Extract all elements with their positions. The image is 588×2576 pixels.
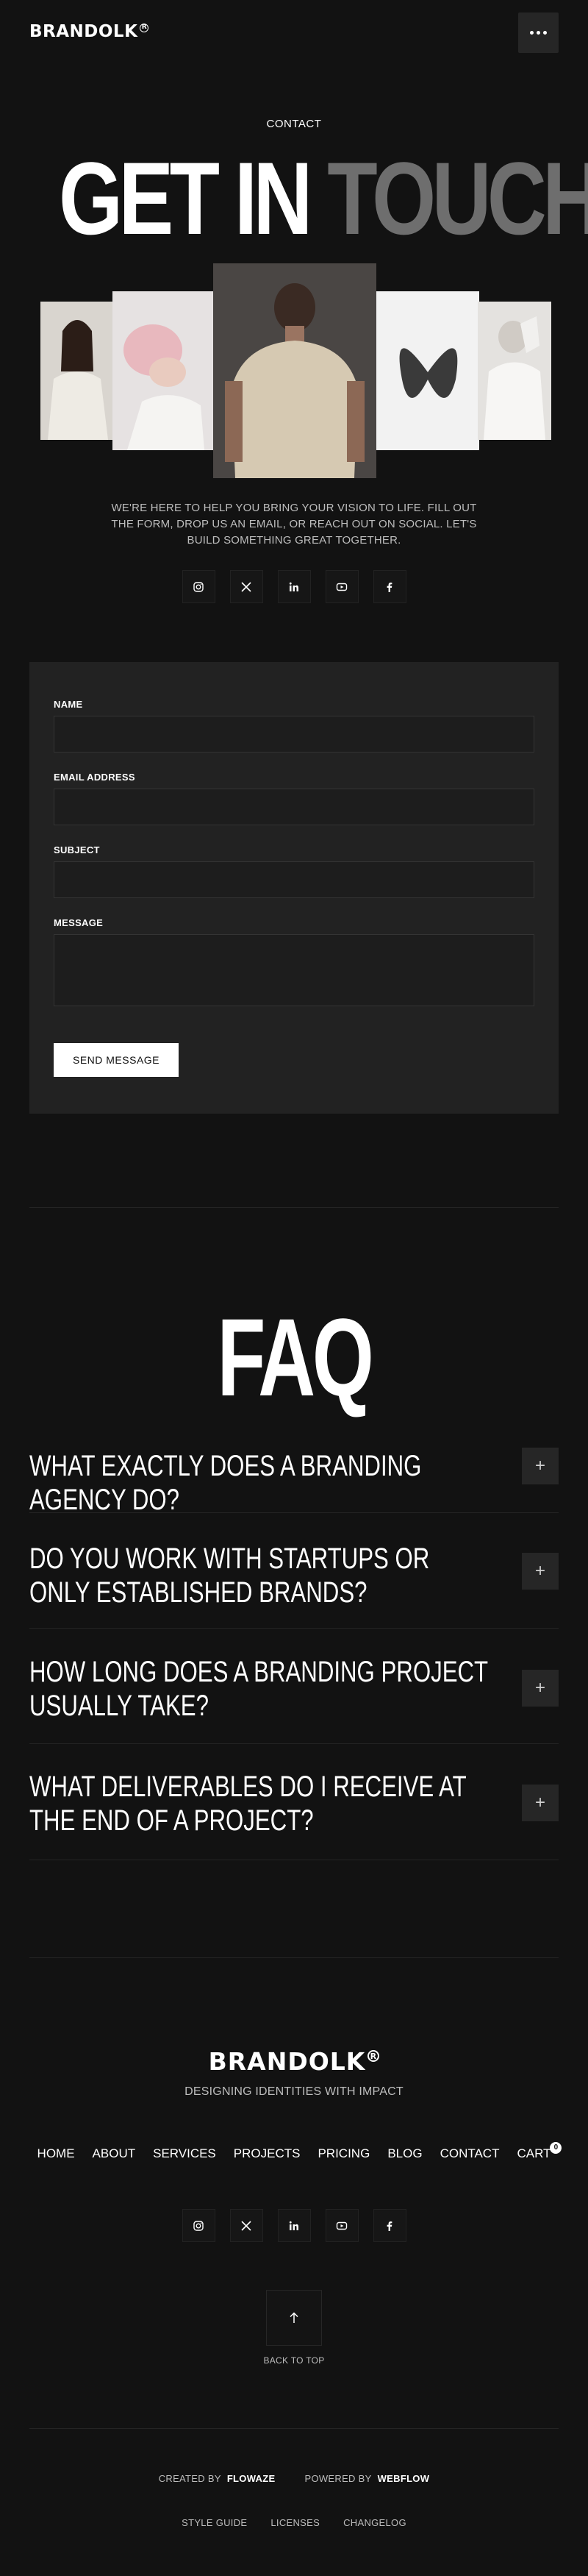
menu-button[interactable] bbox=[518, 13, 559, 53]
youtube-icon bbox=[336, 2221, 348, 2230]
facebook-icon bbox=[387, 582, 392, 592]
x-link[interactable] bbox=[229, 2209, 263, 2242]
powered-by-link[interactable]: WEBFLOW bbox=[378, 2473, 430, 2484]
photo-man-tshirt bbox=[213, 263, 376, 478]
licenses-link[interactable]: LICENSES bbox=[270, 2517, 320, 2528]
site-header: BRANDOLK R bbox=[0, 0, 588, 66]
footer-nav: HOME ABOUT SERVICES PROJECTS PRICING BLO… bbox=[0, 2142, 588, 2161]
photo-butterfly bbox=[376, 291, 479, 450]
youtube-link[interactable] bbox=[325, 570, 359, 603]
name-label: NAME bbox=[54, 699, 83, 710]
facebook-link[interactable] bbox=[373, 570, 406, 603]
arrow-up-icon bbox=[290, 2312, 298, 2323]
plus-icon[interactable]: + bbox=[522, 1448, 559, 1484]
faq-question: HOW LONG DOES A BRANDING PROJECT USUALLY… bbox=[29, 1656, 488, 1722]
instagram-link[interactable] bbox=[182, 2209, 215, 2242]
x-icon bbox=[241, 2220, 251, 2231]
footer-nav-contact[interactable]: CONTACT bbox=[440, 2146, 500, 2161]
section-divider bbox=[29, 1207, 559, 1208]
social-links bbox=[0, 570, 588, 603]
linkedin-link[interactable] bbox=[277, 2209, 311, 2242]
footer-nav-projects[interactable]: PROJECTS bbox=[234, 2146, 301, 2161]
registered-mark-icon: R bbox=[368, 2050, 380, 2062]
dot bbox=[530, 31, 534, 35]
footer-nav-pricing[interactable]: PRICING bbox=[318, 2146, 370, 2161]
linkedin-icon bbox=[289, 2221, 298, 2230]
plus-icon[interactable]: + bbox=[522, 1553, 559, 1590]
footer-divider bbox=[29, 1957, 559, 1958]
footer-social-links bbox=[0, 2209, 588, 2242]
linkedin-icon bbox=[289, 582, 298, 591]
subject-label: SUBJECT bbox=[54, 844, 100, 855]
instagram-link[interactable] bbox=[182, 570, 215, 603]
back-to-top-label: BACK TO TOP bbox=[263, 2355, 325, 2366]
footer-nav-about[interactable]: ABOUT bbox=[93, 2146, 136, 2161]
title-part-2: TOUCH bbox=[327, 140, 588, 256]
footer-tagline: DESIGNING IDENTITIES WITH IMPACT bbox=[184, 2085, 404, 2098]
email-field[interactable] bbox=[54, 789, 534, 825]
x-icon bbox=[241, 581, 251, 592]
changelog-link[interactable]: CHANGELOG bbox=[343, 2517, 406, 2528]
email-label: EMAIL ADDRESS bbox=[54, 772, 135, 783]
faq-item[interactable]: HOW LONG DOES A BRANDING PROJECT USUALLY… bbox=[29, 1655, 559, 1743]
photo-pink-hair bbox=[112, 291, 213, 450]
footer-nav-home[interactable]: HOME bbox=[37, 2146, 75, 2161]
faq-item[interactable]: DO YOU WORK WITH STARTUPS OR ONLY ESTABL… bbox=[29, 1542, 559, 1630]
linkedin-link[interactable] bbox=[277, 570, 311, 603]
photo-white-hoodie bbox=[478, 302, 551, 440]
cart-label: CART bbox=[517, 2146, 551, 2160]
plus-icon[interactable]: + bbox=[522, 1670, 559, 1707]
contact-form: NAME EMAIL ADDRESS SUBJECT MESSAGE SEND … bbox=[29, 662, 559, 1114]
facebook-icon bbox=[387, 2221, 392, 2231]
faq-divider bbox=[29, 1743, 559, 1744]
faq-question: DO YOU WORK WITH STARTUPS OR ONLY ESTABL… bbox=[29, 1543, 430, 1609]
powered-by: POWERED BY WEBFLOW bbox=[304, 2473, 430, 2484]
instagram-icon bbox=[193, 581, 204, 592]
created-by: CREATED BY FLOWAZE bbox=[158, 2473, 276, 2484]
photo-woman-hoodie bbox=[40, 302, 114, 440]
subject-field[interactable] bbox=[54, 861, 534, 898]
page-eyebrow: CONTACT bbox=[266, 118, 322, 130]
created-by-link[interactable]: FLOWAZE bbox=[227, 2473, 276, 2484]
message-field[interactable] bbox=[54, 934, 534, 1006]
faq-question: WHAT DELIVERABLES DO I RECEIVE AT THE EN… bbox=[29, 1771, 467, 1837]
footer-legal-links: STYLE GUIDE LICENSES CHANGELOG bbox=[0, 2517, 588, 2528]
dot bbox=[537, 31, 540, 35]
message-label: MESSAGE bbox=[54, 917, 104, 928]
faq-title: FAQ bbox=[217, 1295, 373, 1419]
registered-mark-icon: R bbox=[140, 24, 149, 32]
footer-logo[interactable]: BRANDOLK R bbox=[0, 2047, 588, 2076]
footer-nav-cart[interactable]: CART 0 bbox=[517, 2142, 562, 2161]
footer-nav-services[interactable]: SERVICES bbox=[153, 2146, 216, 2161]
name-field[interactable] bbox=[54, 716, 534, 752]
x-link[interactable] bbox=[229, 570, 263, 603]
footer-credits: CREATED BY FLOWAZE POWERED BY WEBFLOW bbox=[0, 2473, 588, 2484]
instagram-icon bbox=[193, 2220, 204, 2231]
faq-item[interactable]: WHAT DELIVERABLES DO I RECEIVE AT THE EN… bbox=[29, 1770, 559, 1858]
plus-icon[interactable]: + bbox=[522, 1785, 559, 1821]
page-title: GET IN TOUCH bbox=[59, 140, 588, 256]
faq-question: WHAT EXACTLY DOES A BRANDING AGENCY DO? bbox=[29, 1450, 422, 1516]
brand-logo[interactable]: BRANDOLK R bbox=[29, 22, 149, 41]
back-to-top-button[interactable] bbox=[266, 2290, 322, 2346]
facebook-link[interactable] bbox=[373, 2209, 406, 2242]
cart-count-badge: 0 bbox=[550, 2142, 562, 2154]
send-message-button[interactable]: SEND MESSAGE bbox=[54, 1043, 179, 1077]
dot bbox=[543, 31, 547, 35]
style-guide-link[interactable]: STYLE GUIDE bbox=[182, 2517, 247, 2528]
faq-divider bbox=[29, 1512, 559, 1513]
youtube-icon bbox=[336, 583, 348, 591]
footer-bottom-divider bbox=[29, 2428, 559, 2429]
title-part-1: GET IN bbox=[59, 140, 312, 256]
faq-divider bbox=[29, 1628, 559, 1629]
faq-item[interactable]: WHAT EXACTLY DOES A BRANDING AGENCY DO? … bbox=[29, 1448, 559, 1516]
footer-nav-blog[interactable]: BLOG bbox=[387, 2146, 422, 2161]
youtube-link[interactable] bbox=[325, 2209, 359, 2242]
intro-text: WE'RE HERE TO HELP YOU BRING YOUR VISION… bbox=[111, 502, 477, 547]
